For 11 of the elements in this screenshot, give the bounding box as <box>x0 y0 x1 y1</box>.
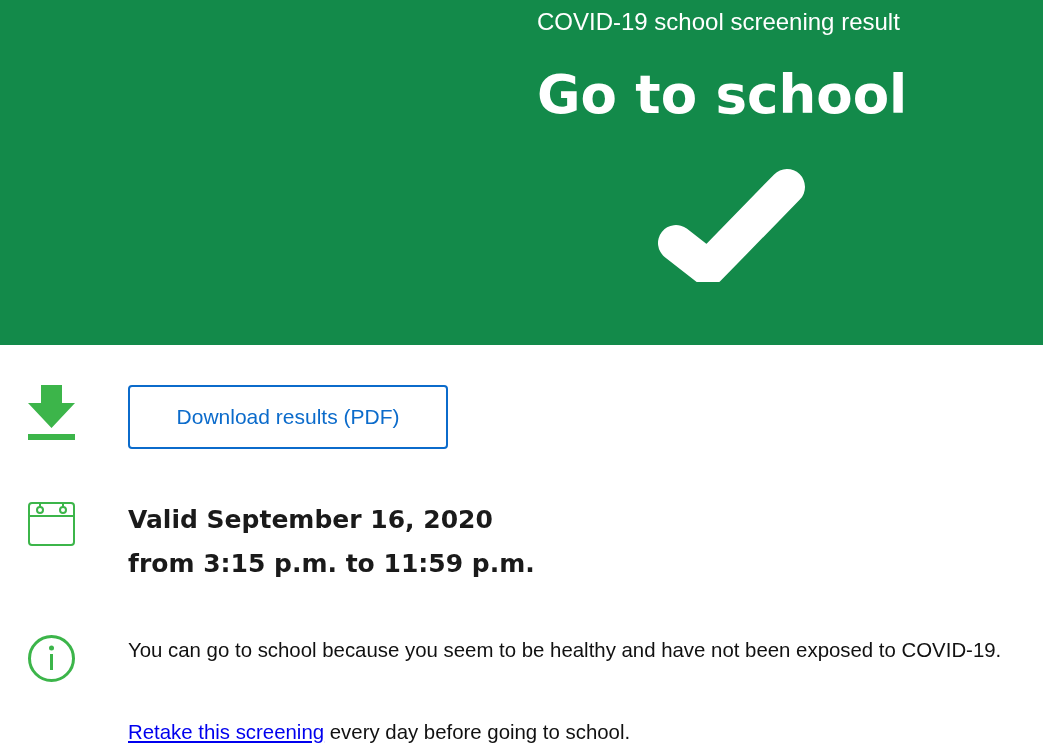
calendar-icon <box>28 502 75 546</box>
download-button[interactable]: Download results (PDF) <box>128 385 448 449</box>
result-heading: Go to school <box>537 63 908 127</box>
valid-time: from 3:15 p.m. to 11:59 p.m. <box>128 548 535 580</box>
info-message: You can go to school because you seem to be healthy and have not been exposed to COVID-19. <box>128 638 1002 663</box>
valid-date: Valid September 16, 2020 <box>128 504 494 536</box>
retake-link[interactable]: Retake this screening <box>128 721 325 743</box>
info-icon <box>28 635 75 682</box>
banner-subtitle: COVID-19 school screening result <box>537 7 900 37</box>
retake-note: Retake this screening every day before going to school. <box>128 720 631 743</box>
download-icon <box>28 385 75 440</box>
